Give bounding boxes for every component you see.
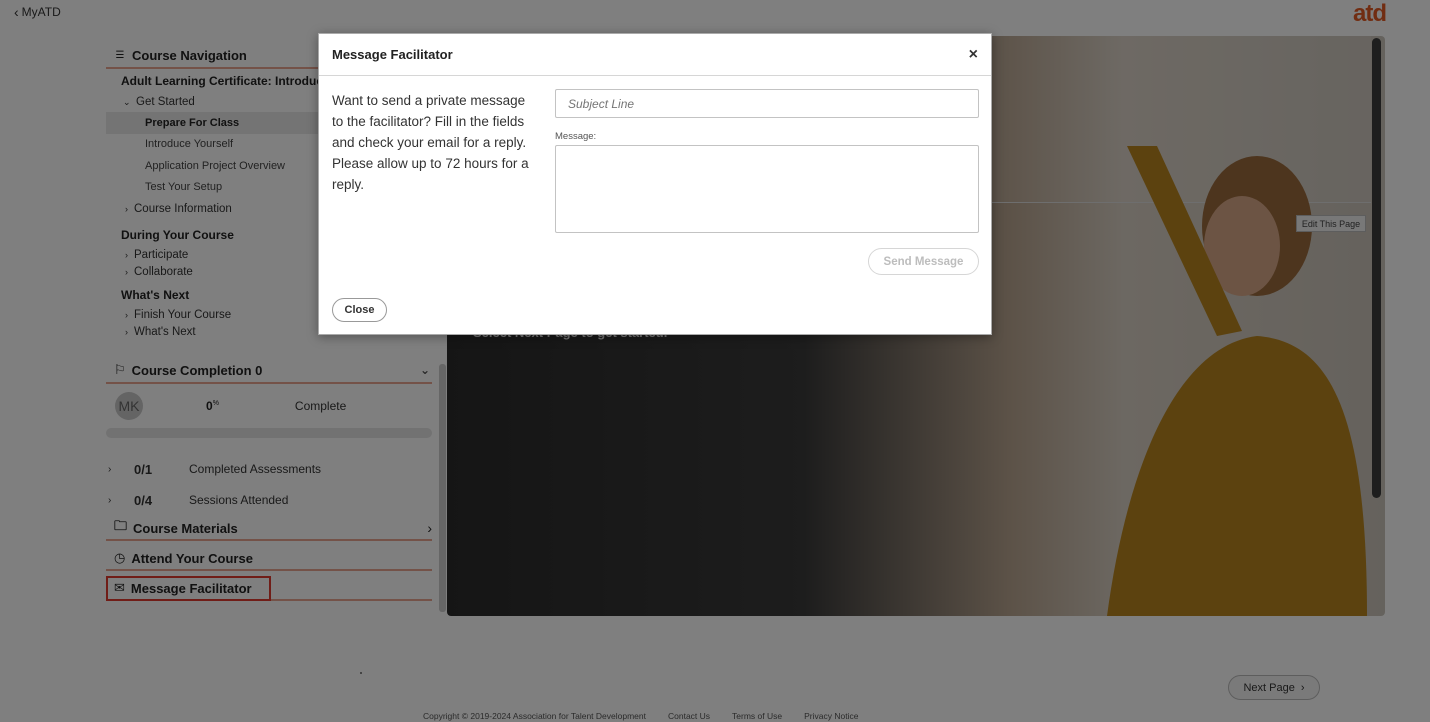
close-icon[interactable]: × [969,46,978,64]
modal-body: Want to send a private message to the fa… [319,76,991,335]
modal-header: Message Facilitator × [319,34,991,76]
page: ‹ MyATD atd ☰ Course Navigation Adult Le… [0,0,1430,722]
modal-description: Want to send a private message to the fa… [332,93,529,192]
send-message-button[interactable]: Send Message [868,248,979,275]
close-button[interactable]: Close [332,298,387,322]
message-label: Message: [555,131,597,142]
subject-input[interactable] [555,89,979,118]
modal-title: Message Facilitator [332,47,453,62]
message-facilitator-modal: Message Facilitator × Want to send a pri… [318,33,992,335]
message-textarea[interactable] [555,145,979,233]
